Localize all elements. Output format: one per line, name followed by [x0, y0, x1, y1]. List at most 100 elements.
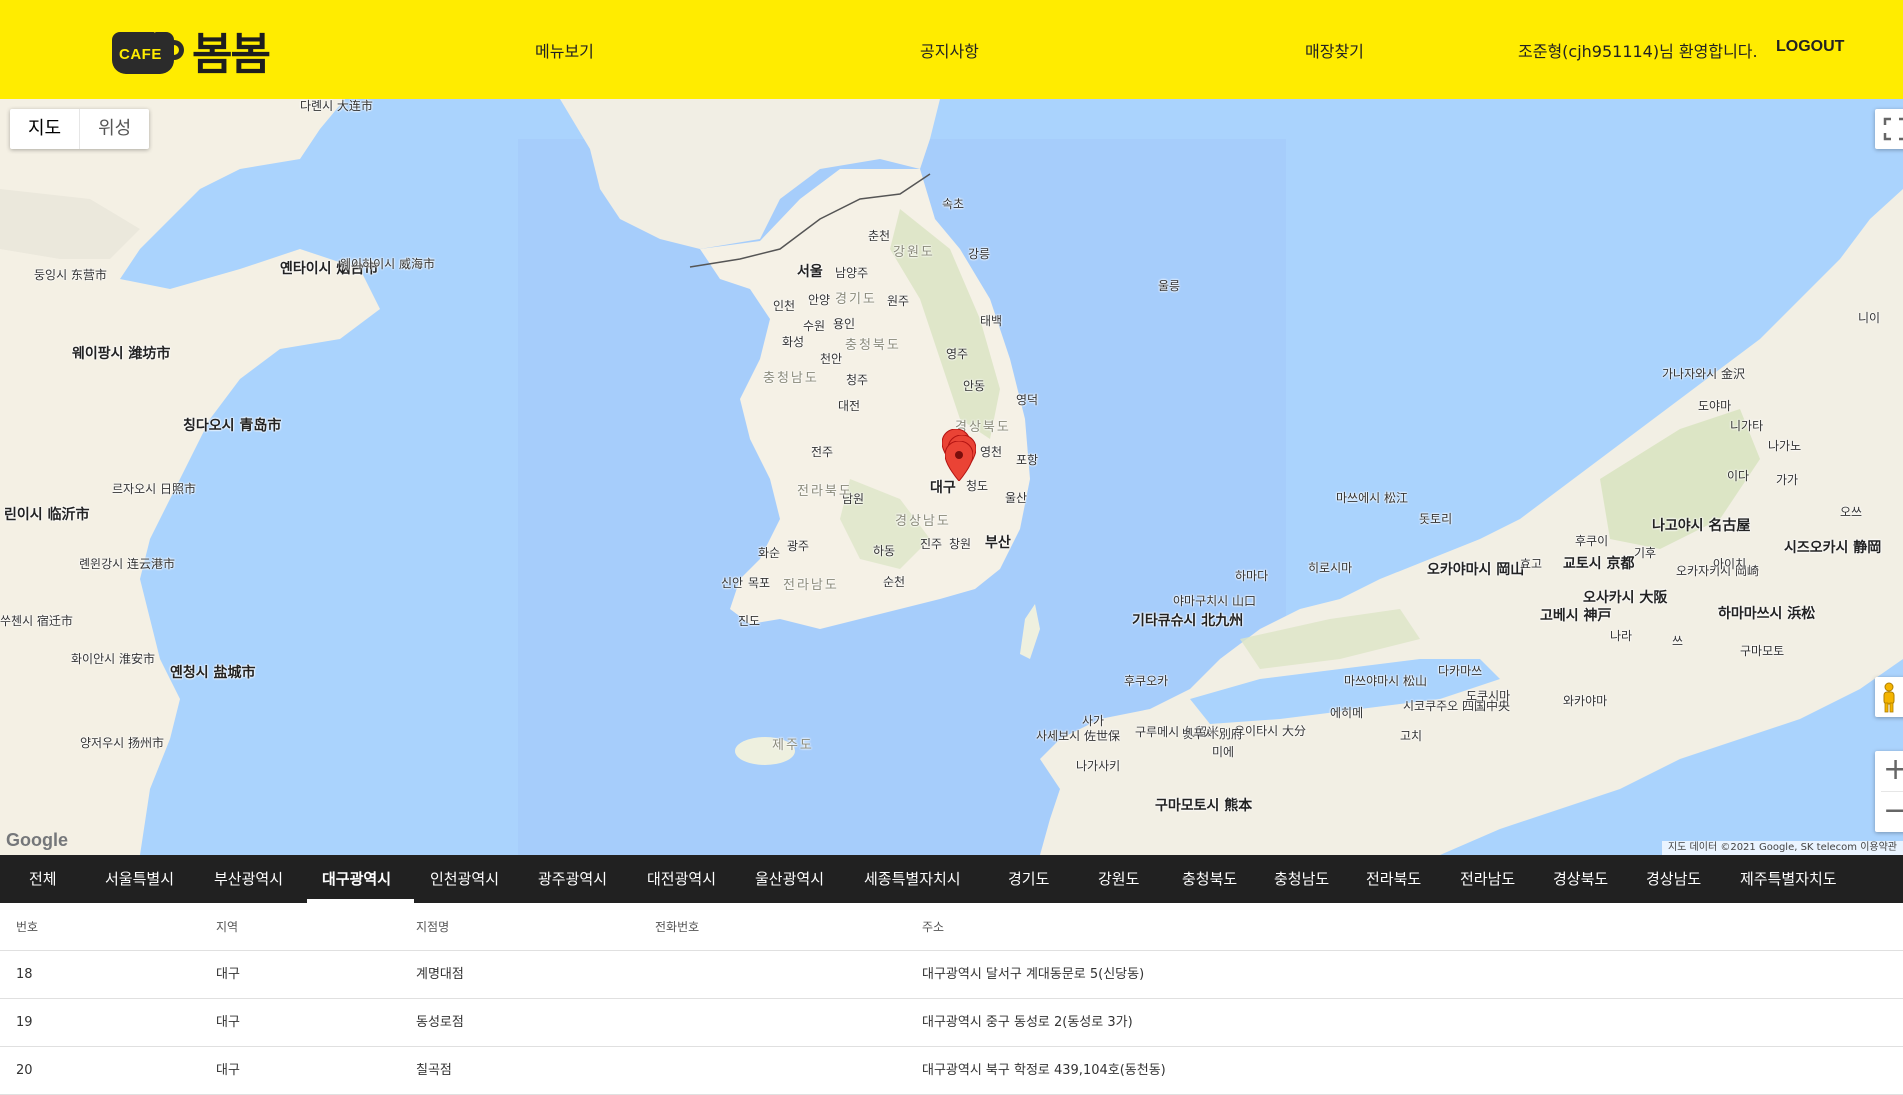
column-header-branch: 지점명: [416, 920, 450, 934]
table-row[interactable]: 18 대구 계명대점 대구광역시 달서구 계대동문로 5(신당동): [0, 951, 1903, 999]
map-label-saga: 사가: [1082, 714, 1105, 728]
map[interactable]: 서울 남양주 인천 안양 수원 용인 화성 춘천 강릉 속초 원주 태백 천안 …: [0, 99, 1903, 855]
column-header-number: 번호: [16, 920, 39, 934]
tab-jeonnam[interactable]: 전라남도: [1460, 855, 1515, 903]
map-label-kanazawa: 가나자와시 金沢: [1662, 367, 1746, 381]
tab-daejeon[interactable]: 대전광역시: [647, 855, 716, 903]
map-label-hiroshima: 히로시마: [1308, 561, 1353, 575]
map-label-wonju: 원주: [887, 294, 910, 308]
map-label-chungnam: 충청남도: [763, 371, 819, 386]
map-label-pohang: 포항: [1016, 453, 1039, 467]
region-tabs: 전체 서울특별시 부산광역시 대구광역시 인천광역시 광주광역시 대전광역시 울…: [0, 855, 1903, 903]
map-label-seoul: 서울: [797, 264, 823, 280]
cell-address: 대구광역시 달서구 계대동문로 5(신당동): [922, 967, 1145, 982]
map-label-yancheng: 옌청시 盐城市: [170, 665, 256, 681]
logo-badge: CAFE: [119, 46, 162, 63]
nav-store-finder[interactable]: 매장찾기: [1305, 38, 1364, 62]
map-label-miyazaki: 미에: [1212, 745, 1235, 759]
table-row[interactable]: 20 대구 칠곡점 대구광역시 북구 학정로 439,104호(동천동): [0, 1047, 1903, 1095]
map-label-cheongju: 청주: [846, 373, 869, 387]
map-label-hadong: 하동: [873, 544, 896, 558]
map-label-namyangju: 남양주: [835, 266, 869, 280]
tab-seoul[interactable]: 서울특별시: [105, 855, 174, 903]
map-label-yeongju: 영주: [946, 347, 969, 361]
map-label-qingdao: 칭다오시 青岛市: [183, 418, 282, 434]
tab-chungnam[interactable]: 충청남도: [1274, 855, 1329, 903]
nav-notice[interactable]: 공지사항: [920, 38, 979, 62]
cell-address: 대구광역시 북구 학정로 439,104호(동천동): [922, 1063, 1166, 1078]
logo[interactable]: ∿ CAFE 봄봄: [112, 22, 271, 80]
map-attribution[interactable]: 지도 데이터 ©2021 Google, SK telecom 이용약관: [1661, 841, 1903, 855]
tab-busan[interactable]: 부산광역시: [214, 855, 283, 903]
map-label-toyama: 도야마: [1698, 399, 1732, 413]
map-label-fukui: 후쿠이: [1575, 534, 1609, 548]
map-label-mokpo: 목포: [748, 576, 771, 590]
street-view-button[interactable]: [1875, 677, 1903, 717]
cell-region: 대구: [216, 967, 240, 982]
tab-gyeongbuk[interactable]: 경상북도: [1553, 855, 1608, 903]
map-label-ulleung: 울릉: [1158, 279, 1181, 293]
map-label-chungbuk: 충청북도: [845, 338, 901, 353]
map-label-jinju: 진주: [920, 537, 943, 551]
zoom-in-button[interactable]: +: [1875, 751, 1903, 791]
map-label-sasebo: 사세보시 佐世保: [1036, 729, 1120, 743]
map-label-incheon: 인천: [773, 299, 796, 313]
map-label-yamaguchi: 야마구치시 山口: [1173, 594, 1257, 608]
map-label-taebaek: 태백: [980, 314, 1003, 328]
map-label-yeongdeok: 영덕: [1016, 393, 1039, 407]
map-label-yongin: 용인: [833, 317, 856, 331]
tab-incheon[interactable]: 인천광역시: [430, 855, 499, 903]
map-label-jeonbuk: 전라북도: [797, 484, 853, 499]
map-label-matsuyama: 마쓰야마시 松山: [1344, 674, 1428, 688]
cell-branch: 동성로점: [416, 1015, 464, 1030]
tab-jeju[interactable]: 제주특별자치도: [1740, 855, 1837, 903]
header: ∿ CAFE 봄봄 메뉴보기 공지사항 매장찾기 조준형(cjh951114)님…: [0, 0, 1903, 99]
zoom-out-button[interactable]: −: [1875, 792, 1903, 832]
map-label-sinan: 신안: [721, 576, 744, 590]
map-type-satellite[interactable]: 위성: [80, 109, 149, 149]
map-label-niigata: 니가타: [1730, 419, 1764, 433]
tab-gyeonggi[interactable]: 경기도: [1008, 855, 1049, 903]
tab-gyeongnam[interactable]: 경상남도: [1646, 855, 1701, 903]
map-label-beppu: 벳푸시 別府: [1182, 727, 1243, 741]
table-row[interactable]: 19 대구 동성로점 대구광역시 중구 동성로 2(동성로 3가): [0, 999, 1903, 1047]
map-label-kagoshima: 구마모토: [1740, 644, 1785, 658]
map-label-aichi: 아이치: [1713, 557, 1747, 571]
map-label-jeonju: 전주: [811, 445, 834, 459]
logout-link[interactable]: LOGOUT: [1776, 38, 1844, 56]
fullscreen-button[interactable]: [1875, 109, 1903, 149]
map-label-kobe: 고베시 神戸: [1540, 608, 1612, 624]
map-label-weihai: 웨이하이시 威海市: [340, 257, 436, 271]
map-label-takamatsu: 다카마쓰: [1438, 664, 1483, 678]
cell-number: 18: [16, 967, 33, 982]
store-table: 번호 지역 지점명 전화번호 주소 18 대구 계명대점 대구광역시 달서구 계…: [0, 903, 1903, 1095]
tab-jeonbuk[interactable]: 전라북도: [1366, 855, 1421, 903]
tab-ulsan[interactable]: 울산광역시: [755, 855, 824, 903]
tab-all[interactable]: 전체: [29, 855, 57, 903]
store-marker-3[interactable]: [945, 441, 973, 481]
table-header: 번호 지역 지점명 전화번호 주소: [0, 903, 1903, 951]
tab-daegu[interactable]: 대구광역시: [322, 855, 391, 903]
map-type-roadmap[interactable]: 지도: [10, 109, 81, 149]
map-type-control: 지도 위성: [10, 109, 150, 149]
map-label-kochi: 고치: [1400, 729, 1423, 743]
google-logo[interactable]: Google: [6, 830, 68, 851]
map-label-sokcho: 속초: [942, 197, 965, 211]
tab-gangwon[interactable]: 강원도: [1098, 855, 1139, 903]
coffee-cup-icon: ∿ CAFE: [112, 26, 184, 74]
map-label-cheonan: 천안: [820, 352, 843, 366]
map-label-hamada: 하마다: [1235, 569, 1269, 583]
map-label-suwon: 수원: [803, 319, 826, 333]
map-label-gyeonggi: 경기도: [835, 292, 877, 307]
nav-menu[interactable]: 메뉴보기: [535, 38, 594, 62]
tab-chungbuk[interactable]: 충청북도: [1182, 855, 1237, 903]
map-label-ulsan: 울산: [1005, 491, 1028, 505]
tab-sejong[interactable]: 세종특별자치시: [864, 855, 961, 903]
map-label-oita: 오이타시 大分: [1234, 724, 1306, 738]
logo-name: 봄봄: [192, 29, 271, 80]
tab-gwangju[interactable]: 광주광역시: [538, 855, 607, 903]
map-label-kyoto: 교토시 京都: [1563, 556, 1635, 572]
column-header-region: 지역: [216, 920, 239, 934]
map-label-gifu: 기후: [1634, 546, 1657, 560]
map-label-hwasun: 화순: [758, 546, 781, 560]
